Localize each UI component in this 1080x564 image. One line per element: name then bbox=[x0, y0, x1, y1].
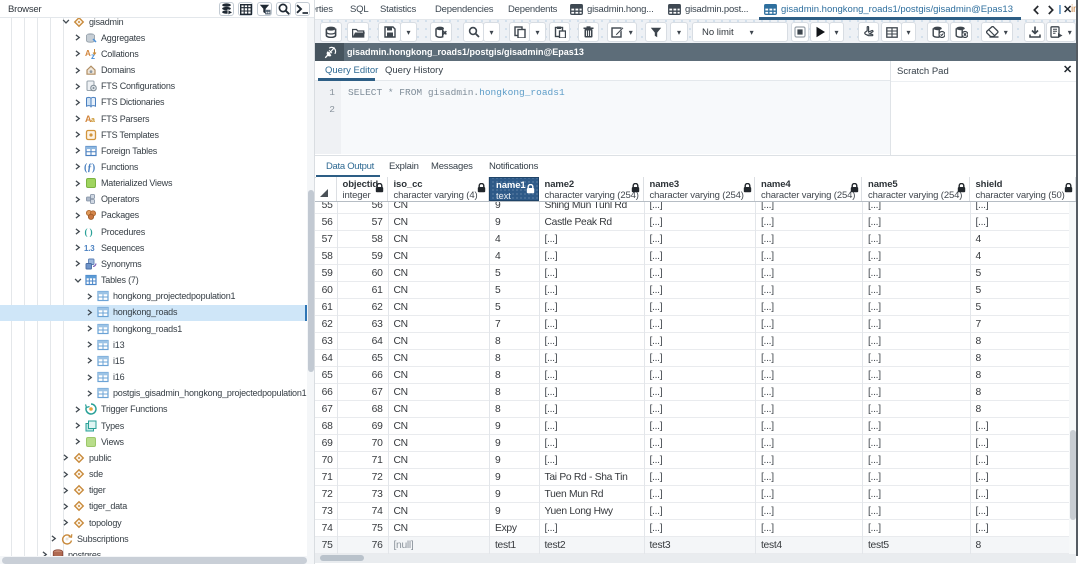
svg-text:(ƒ): (ƒ) bbox=[84, 162, 95, 173]
svg-text:1.3: 1.3 bbox=[84, 243, 95, 252]
svg-text:( ): ( ) bbox=[84, 228, 92, 238]
svg-text:a: a bbox=[91, 117, 95, 124]
